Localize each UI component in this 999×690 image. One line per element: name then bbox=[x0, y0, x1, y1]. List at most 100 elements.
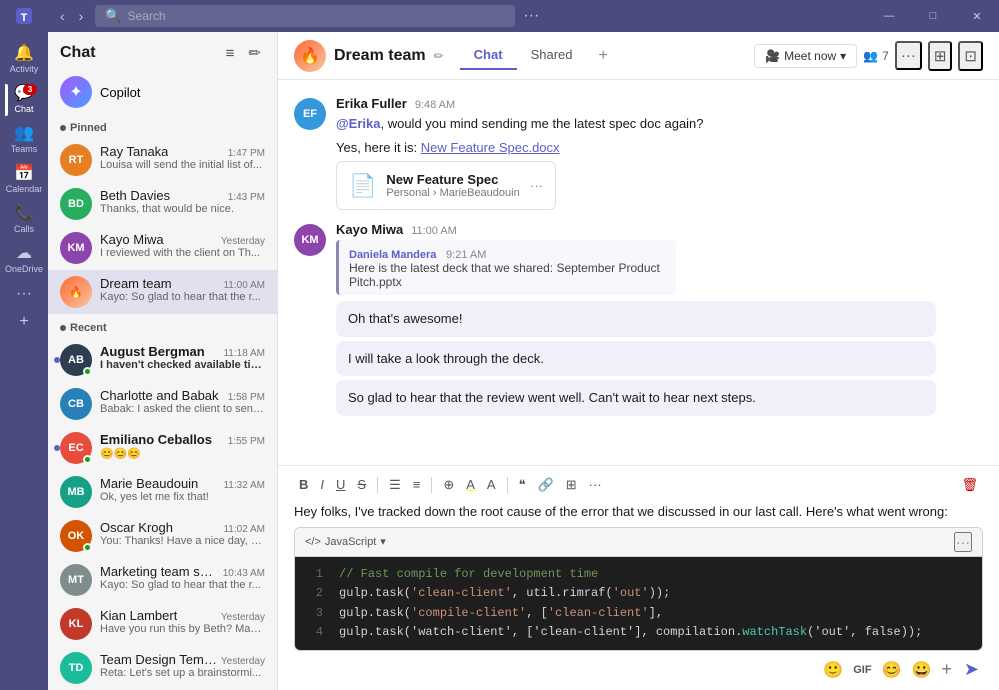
sticker-button[interactable]: 😊 bbox=[880, 658, 904, 682]
nav-label-calls: Calls bbox=[14, 224, 34, 234]
minimize-button[interactable]: — bbox=[867, 0, 911, 32]
reaction-button[interactable]: 😀 bbox=[909, 658, 933, 682]
numbering-button[interactable]: ≡ bbox=[408, 474, 426, 495]
file-more-button-1[interactable]: ··· bbox=[530, 178, 543, 193]
tab-chat[interactable]: Chat bbox=[460, 41, 517, 70]
nav-item-calls[interactable]: 📞Calls bbox=[5, 200, 43, 240]
chat-item-header-dream: Dream team 11:00 AM bbox=[100, 276, 265, 291]
chat-item-kayo[interactable]: KM Kayo Miwa Yesterday I reviewed with t… bbox=[48, 226, 277, 270]
msg-filelink-1: Yes, here it is: New Feature Spec.docx bbox=[336, 138, 983, 158]
emoji-button[interactable]: 🙂 bbox=[821, 658, 845, 682]
highlight-button[interactable]: A bbox=[461, 474, 480, 495]
main-content: 🔥 Dream team ✏ ChatShared + 🎥 Meet now ▾… bbox=[278, 32, 999, 690]
nav-item-chat[interactable]: 💬3Chat bbox=[5, 80, 43, 120]
nav-icon-teams: 👥 bbox=[14, 126, 34, 142]
screenshare-button[interactable]: ⊞ bbox=[928, 41, 953, 71]
compose-text: Hey folks, I've tracked down the root ca… bbox=[294, 504, 948, 519]
filter-button[interactable]: ≡ bbox=[222, 42, 239, 64]
file-icon-1: 📄 bbox=[349, 173, 376, 199]
nav-label-onedrive: OneDrive bbox=[5, 264, 43, 274]
gif-button[interactable]: GIF bbox=[851, 662, 873, 678]
strikethrough-button[interactable]: S bbox=[352, 474, 371, 495]
chat-item-content-oscar: Oscar Krogh 11:02 AM You: Thanks! Have a… bbox=[100, 520, 265, 547]
add-button[interactable]: + bbox=[939, 657, 954, 682]
compose-toolbar: B I U S ☰ ≡ ⊕ A A ❝ 🔗 ⊞ ··· 🗑 bbox=[294, 474, 983, 496]
send-button[interactable]: ➤ bbox=[960, 657, 983, 682]
msg-avatar-2: KM bbox=[294, 224, 326, 256]
maximize-button[interactable]: □ bbox=[911, 0, 955, 32]
chat-item-header-kayo: Kayo Miwa Yesterday bbox=[100, 232, 265, 247]
chat-item-mkt[interactable]: MT Marketing team sync 10:43 AM Kayo: So… bbox=[48, 558, 277, 602]
code-string: 'clean-client' bbox=[411, 586, 512, 600]
chat-item-beth[interactable]: BD Beth Davies 1:43 PM Thanks, that woul… bbox=[48, 182, 277, 226]
code-block-header: </> JavaScript ▾ ··· bbox=[295, 528, 982, 557]
compose-body[interactable]: Hey folks, I've tracked down the root ca… bbox=[294, 502, 983, 651]
fontsize-button[interactable]: A bbox=[482, 474, 501, 495]
forward-button[interactable]: › bbox=[73, 6, 90, 26]
link-button[interactable]: 🔗 bbox=[533, 474, 559, 496]
search-input[interactable] bbox=[128, 9, 506, 23]
chat-item-time-aug: 11:18 AM bbox=[223, 348, 265, 359]
more-options-button[interactable]: ··· bbox=[515, 7, 547, 25]
code-lang-chevron: ▾ bbox=[380, 534, 386, 551]
delete-button[interactable]: 🗑 bbox=[956, 474, 983, 496]
recent-dot bbox=[60, 325, 66, 331]
table-button[interactable]: ⊞ bbox=[561, 474, 582, 496]
chat-item-team2[interactable]: TD Team Design Template Yesterday Reta: … bbox=[48, 646, 277, 690]
chat-item-oscar[interactable]: OK Oscar Krogh 11:02 AM You: Thanks! Hav… bbox=[48, 514, 277, 558]
close-button[interactable]: ✕ bbox=[955, 0, 999, 32]
nav-add[interactable]: + bbox=[5, 308, 43, 336]
nav-item-teams[interactable]: 👥Teams bbox=[5, 120, 43, 160]
code-string: 'out' bbox=[613, 586, 649, 600]
search-bar[interactable]: 🔍 bbox=[95, 5, 515, 27]
bold-button[interactable]: B bbox=[294, 474, 313, 495]
nav-item-onedrive[interactable]: ☁OneDrive bbox=[5, 240, 43, 280]
quote-button[interactable]: ❝ bbox=[514, 474, 531, 496]
popout-button[interactable]: ⊡ bbox=[958, 41, 983, 71]
copilot-item[interactable]: ✦ Copilot bbox=[48, 70, 277, 114]
nav-item-calendar[interactable]: 📅Calendar bbox=[5, 160, 43, 200]
chat-item-emi[interactable]: EC Emiliano Ceballos 1:55 PM 😊😊😊 bbox=[48, 426, 277, 470]
code-language[interactable]: </> JavaScript ▾ bbox=[305, 534, 386, 551]
bullets-button[interactable]: ☰ bbox=[384, 474, 406, 496]
chat-item-name-kayo: Kayo Miwa bbox=[100, 232, 164, 247]
chat-item-char[interactable]: CB Charlotte and Babak 1:58 PM Babak: I … bbox=[48, 382, 277, 426]
new-chat-button[interactable]: ✏ bbox=[244, 42, 265, 64]
insert-button[interactable]: ⊕ bbox=[438, 474, 459, 496]
line-num-2: 2 bbox=[307, 584, 323, 603]
chat-item-kian[interactable]: KL Kian Lambert Yesterday Have you run t… bbox=[48, 602, 277, 646]
chat-item-preview-ray: Louisa will send the initial list of... bbox=[100, 159, 265, 171]
underline-button[interactable]: U bbox=[331, 474, 350, 495]
chat-item-header-marie: Marie Beaudouin 11:32 AM bbox=[100, 476, 265, 491]
toolbar-separator-3 bbox=[507, 477, 508, 493]
file-link[interactable]: New Feature Spec.docx bbox=[421, 140, 560, 155]
channel-edit-icon[interactable]: ✏ bbox=[434, 49, 444, 63]
chat-item-dream[interactable]: 🔥 Dream team 11:00 AM Kayo: So glad to h… bbox=[48, 270, 277, 314]
chat-item-header-oscar: Oscar Krogh 11:02 AM bbox=[100, 520, 265, 535]
topbar-right: 🎥 Meet now ▾ 👥 7 ··· ⊞ ⊡ bbox=[754, 41, 983, 71]
chat-item-time-mkt: 10:43 AM bbox=[223, 568, 265, 579]
channel-more-button[interactable]: ··· bbox=[895, 41, 922, 70]
add-tab-button[interactable]: + bbox=[594, 43, 611, 69]
nav-more[interactable]: ··· bbox=[5, 280, 43, 308]
chat-item-time-char: 1:58 PM bbox=[228, 392, 265, 403]
back-button[interactable]: ‹ bbox=[54, 6, 71, 26]
chat-item-time-kian: Yesterday bbox=[221, 612, 265, 623]
msg-bubble-text-0: Oh that's awesome! bbox=[348, 309, 924, 329]
chat-item-content-dream: Dream team 11:00 AM Kayo: So glad to hea… bbox=[100, 276, 265, 303]
code-more-button[interactable]: ··· bbox=[954, 532, 972, 552]
meet-now-button[interactable]: 🎥 Meet now ▾ bbox=[754, 44, 857, 68]
msg-body-1: Erika Fuller 9:48 AM @Erika, would you m… bbox=[336, 96, 983, 210]
nav-item-activity[interactable]: 🔔Activity bbox=[5, 40, 43, 80]
chat-item-marie[interactable]: MB Marie Beaudouin 11:32 AM Ok, yes let … bbox=[48, 470, 277, 514]
chat-item-header-emi: Emiliano Ceballos 1:55 PM bbox=[100, 432, 265, 447]
chat-item-ray[interactable]: RT Ray Tanaka 1:47 PM Louisa will send t… bbox=[48, 138, 277, 182]
chat-item-aug[interactable]: AB August Bergman 11:18 AM I haven't che… bbox=[48, 338, 277, 382]
tab-shared[interactable]: Shared bbox=[517, 41, 587, 70]
line-code-4: gulp.task('watch-client', ['clean-client… bbox=[339, 623, 922, 642]
compose-footer: 🙂 GIF 😊 😀 + ➤ bbox=[294, 657, 983, 682]
italic-button[interactable]: I bbox=[315, 474, 329, 495]
search-icon: 🔍 bbox=[105, 8, 121, 24]
chat-item-header-char: Charlotte and Babak 1:58 PM bbox=[100, 388, 265, 403]
toolbar-more-button[interactable]: ··· bbox=[584, 474, 607, 495]
